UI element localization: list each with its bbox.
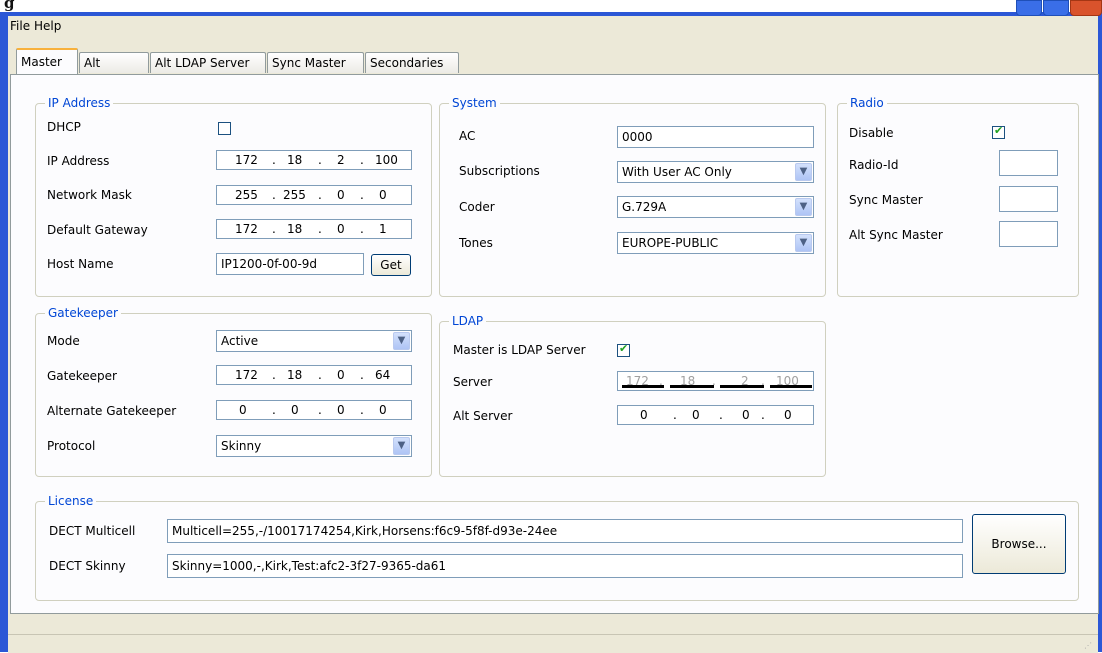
tab-alt-master[interactable]: Alt Master xyxy=(79,52,149,90)
window-title: g xyxy=(4,0,15,12)
get-button[interactable]: Get xyxy=(371,254,411,276)
network-mask-field[interactable]: 255. 255. 0. 0 xyxy=(216,185,412,205)
system-group: System AC 0000 Subscriptions With User A… xyxy=(439,96,826,297)
tones-select[interactable]: EUROPE-PUBLIC ▼ xyxy=(617,232,814,254)
menu-file[interactable]: File xyxy=(10,19,30,33)
maximize-button[interactable] xyxy=(1043,0,1069,16)
group-title: IP Address xyxy=(45,96,114,110)
license-group: License DECT Multicell Multicell=255,-/1… xyxy=(35,494,1079,601)
alt-server-label: Alt Server xyxy=(453,409,513,423)
radio-id-label: Radio-Id xyxy=(849,158,899,172)
ip-address-group: IP Address DHCP IP Address 172. 18. 2. 1… xyxy=(35,96,432,297)
host-name-label: Host Name xyxy=(47,257,114,271)
browse-button[interactable]: Browse... xyxy=(972,514,1066,574)
mode-select[interactable]: Active ▼ xyxy=(216,330,412,352)
subscriptions-select[interactable]: With User AC Only ▼ xyxy=(617,161,814,183)
master-is-ldap-checkbox[interactable]: ✔ xyxy=(617,342,630,357)
subscriptions-label: Subscriptions xyxy=(459,164,540,178)
protocol-select[interactable]: Skinny ▼ xyxy=(216,435,412,457)
menu-bar: File Help xyxy=(8,16,1098,36)
client-area: File Help Master Alt Master Alt LDAP Ser… xyxy=(8,16,1099,653)
alternate-gatekeeper-field[interactable]: 0. 0. 0. 0 xyxy=(216,400,412,420)
alt-sync-master-field[interactable] xyxy=(999,221,1058,247)
tab-alt-ldap-server[interactable]: Alt LDAP Server xyxy=(150,52,266,73)
ip-address-label: IP Address xyxy=(47,154,110,168)
group-title: License xyxy=(45,494,97,508)
alt-sync-master-label: Alt Sync Master xyxy=(849,228,943,242)
coder-label: Coder xyxy=(459,200,495,214)
tab-secondaries[interactable]: Secondaries xyxy=(365,52,459,73)
default-gateway-field[interactable]: 172. 18. 0. 1 xyxy=(216,219,412,239)
default-gateway-label: Default Gateway xyxy=(47,223,148,237)
gatekeeper-group: Gatekeeper Mode Active ▼ Gatekeeper 172.… xyxy=(35,306,432,477)
sync-master-field[interactable] xyxy=(999,186,1058,212)
chevron-down-icon[interactable]: ▼ xyxy=(795,163,812,181)
master-is-ldap-label: Master is LDAP Server xyxy=(453,343,586,357)
dect-skinny-field[interactable]: Skinny=1000,-,Kirk,Test:afc2-3f27-9365-d… xyxy=(167,554,963,578)
tab-master[interactable]: Master xyxy=(16,48,78,74)
dect-multicell-field[interactable]: Multicell=255,-/10017174254,Kirk,Horsens… xyxy=(167,519,963,543)
ip-address-field[interactable]: 172. 18. 2. 100 xyxy=(216,150,412,170)
gatekeeper-field[interactable]: 172. 18. 0. 64 xyxy=(216,365,412,385)
menu-help[interactable]: Help xyxy=(34,19,61,33)
disable-label: Disable xyxy=(849,126,894,140)
mode-label: Mode xyxy=(47,334,80,348)
chevron-down-icon[interactable]: ▼ xyxy=(795,234,812,252)
dhcp-label: DHCP xyxy=(47,120,81,134)
minimize-button[interactable] xyxy=(1016,0,1042,16)
checkmark-icon: ✔ xyxy=(619,342,629,355)
checkmark-icon: ✔ xyxy=(994,124,1004,137)
alternate-gatekeeper-label: Alternate Gatekeeper xyxy=(47,404,177,418)
dect-multicell-label: DECT Multicell xyxy=(49,524,136,538)
chevron-down-icon[interactable]: ▼ xyxy=(393,332,410,350)
ldap-group: LDAP Master is LDAP Server ✔ Server 172.… xyxy=(439,314,826,477)
chevron-down-icon[interactable]: ▼ xyxy=(795,198,812,216)
group-title: Gatekeeper xyxy=(45,306,121,320)
ldap-server-field: 172. 18. 2. 100 xyxy=(617,371,814,391)
tones-label: Tones xyxy=(459,236,493,250)
tab-sync-master[interactable]: Sync Master xyxy=(267,52,364,73)
ac-field[interactable]: 0000 xyxy=(617,126,814,148)
dect-skinny-label: DECT Skinny xyxy=(49,559,126,573)
host-name-field[interactable]: IP1200-0f-00-9d xyxy=(216,253,364,275)
status-bar: ⋰ xyxy=(8,634,1098,653)
group-title: System xyxy=(449,96,500,110)
ldap-alt-server-field[interactable]: 0. 0. 0. 0 xyxy=(617,405,814,425)
coder-select[interactable]: G.729A ▼ xyxy=(617,196,814,218)
tab-page-master: IP Address DHCP IP Address 172. 18. 2. 1… xyxy=(10,74,1099,614)
disable-checkbox[interactable]: ✔ xyxy=(992,124,1005,139)
chevron-down-icon[interactable]: ▼ xyxy=(393,437,410,455)
close-button[interactable] xyxy=(1070,0,1102,16)
sync-master-label: Sync Master xyxy=(849,193,923,207)
group-title: LDAP xyxy=(449,314,487,328)
radio-group: Radio Disable ✔ Radio-Id Sync Master Alt… xyxy=(837,96,1079,297)
protocol-label: Protocol xyxy=(47,439,96,453)
radio-id-field[interactable] xyxy=(999,150,1058,176)
network-mask-label: Network Mask xyxy=(47,188,132,202)
server-label: Server xyxy=(453,375,493,389)
ac-label: AC xyxy=(459,129,476,143)
dhcp-checkbox[interactable] xyxy=(218,122,231,135)
gatekeeper-label: Gatekeeper xyxy=(47,369,117,383)
resize-grip-icon[interactable]: ⋰ xyxy=(1084,641,1094,651)
group-title: Radio xyxy=(847,96,887,110)
